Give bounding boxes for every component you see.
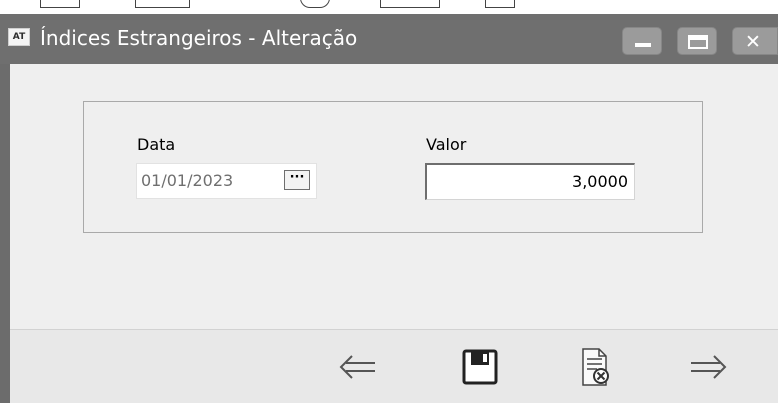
date-picker-button[interactable]: ··· [284, 170, 310, 190]
maximize-icon [688, 35, 708, 49]
title-bar[interactable]: AT Índices Estrangeiros - Alteração ✕ [0, 14, 778, 64]
window-title: Índices Estrangeiros - Alteração [40, 26, 358, 50]
dialog-client-area: Data 01/01/2023 ··· Valor 3,0000 [10, 64, 778, 403]
dialog-window: AT Índices Estrangeiros - Alteração ✕ Da… [0, 14, 778, 403]
close-button[interactable]: ✕ [732, 27, 778, 55]
cancel-button[interactable] [570, 340, 620, 394]
app-icon: AT [8, 28, 30, 46]
previous-button[interactable] [333, 340, 383, 394]
background-fragment [40, 0, 80, 8]
action-toolbar [10, 329, 778, 403]
previous-arrow-icon [339, 355, 375, 379]
background-fragment [300, 0, 330, 8]
background-app-strip [0, 0, 778, 14]
background-fragment [380, 0, 440, 8]
data-value[interactable]: 01/01/2023 [141, 171, 233, 190]
save-button[interactable] [455, 340, 505, 394]
background-fragment [135, 0, 190, 8]
minimize-icon [635, 43, 651, 47]
background-fragment [485, 0, 515, 8]
next-button[interactable] [683, 340, 733, 394]
minimize-button[interactable] [622, 27, 662, 55]
next-arrow-icon [691, 355, 727, 379]
cancel-document-icon [582, 348, 609, 386]
valor-label: Valor [426, 135, 467, 154]
data-field[interactable]: 01/01/2023 ··· [136, 163, 317, 199]
close-icon: ✕ [745, 31, 761, 53]
valor-value[interactable]: 3,0000 [572, 172, 628, 191]
data-label: Data [137, 135, 176, 154]
maximize-button[interactable] [677, 27, 717, 55]
save-icon [462, 349, 498, 385]
valor-field[interactable]: 3,0000 [425, 163, 635, 200]
